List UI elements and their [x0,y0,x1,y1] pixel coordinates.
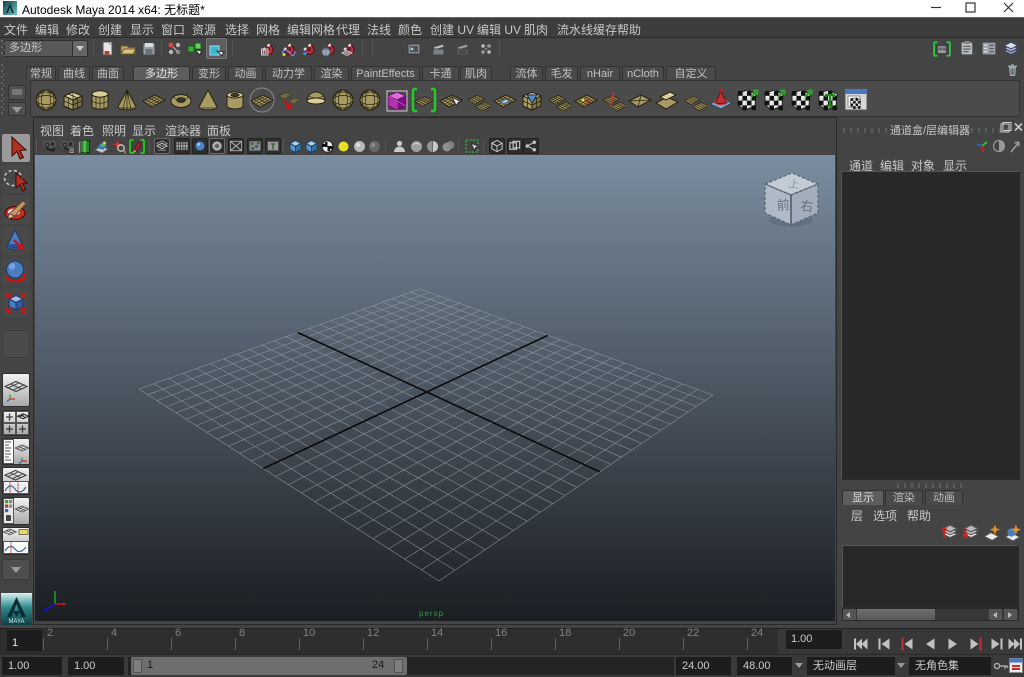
svg-text:前: 前 [776,197,790,213]
svg-text:MAYA: MAYA [8,619,24,625]
svg-text:右: 右 [800,198,815,214]
svg-text:T: T [270,141,276,151]
svg-text:上: 上 [788,177,801,191]
